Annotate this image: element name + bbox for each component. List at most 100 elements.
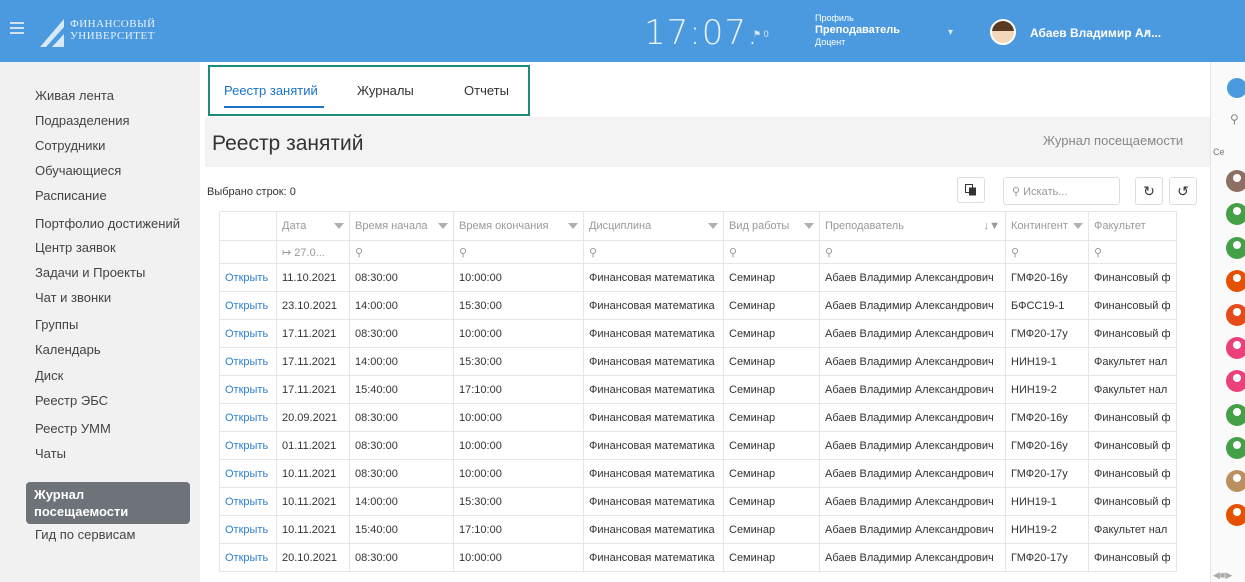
contact-avatar[interactable] <box>1226 237 1245 259</box>
table-cell: НИН19-1 <box>1005 347 1089 376</box>
search-icon: ⚲ <box>589 246 598 259</box>
sidebar-item[interactable]: Подразделения <box>35 113 130 128</box>
table-cell: ГМФ20-16у <box>1005 403 1089 432</box>
user-avatar[interactable] <box>990 19 1016 45</box>
date-filter[interactable]: ↦ 27.0... <box>276 240 350 264</box>
menu-icon[interactable] <box>10 22 24 34</box>
column-header[interactable]: Дата <box>276 211 350 241</box>
contact-avatar[interactable] <box>1226 337 1245 359</box>
sidebar-item[interactable]: Расписание <box>35 188 107 203</box>
column-filter-input[interactable]: ⚲ <box>349 240 454 264</box>
open-link[interactable]: Открыть <box>219 319 277 348</box>
table-cell: Финансовая математика <box>583 263 724 292</box>
reset-button[interactable]: ↺ <box>1169 177 1197 205</box>
contact-avatar[interactable] <box>1226 203 1245 225</box>
sidebar-item[interactable]: Обучающиеся <box>35 163 121 178</box>
column-header-label: Дата <box>282 220 307 232</box>
column-header[interactable]: Вид работы <box>723 211 820 241</box>
filter-icon[interactable] <box>804 223 814 229</box>
search-icon: ⚲ <box>1011 246 1020 259</box>
sidebar-item[interactable]: Центр заявок <box>35 240 116 255</box>
sort-filter-icon[interactable]: ↓▼ <box>984 220 1000 232</box>
sidebar-item[interactable]: Реестр УММ <box>35 421 111 436</box>
contact-avatar[interactable] <box>1226 270 1245 292</box>
column-header[interactable] <box>219 211 277 241</box>
bell-icon[interactable] <box>1227 78 1245 98</box>
sidebar-item[interactable]: Сотрудники <box>35 138 105 153</box>
contact-avatar[interactable] <box>1226 470 1245 492</box>
export-button[interactable] <box>957 177 985 203</box>
open-link[interactable]: Открыть <box>219 431 277 460</box>
table-cell: 15:30:00 <box>453 347 584 376</box>
sidebar-item[interactable]: Задачи и Проекты <box>35 265 145 280</box>
contact-avatar[interactable] <box>1226 504 1245 526</box>
panel-search-icon[interactable]: ⚲ <box>1230 112 1239 126</box>
chevron-down-icon[interactable]: ▾ <box>948 27 953 38</box>
profile-selector[interactable]: Профиль Преподаватель Доцент <box>815 12 900 48</box>
column-header-label: Время окончания <box>459 220 549 232</box>
filter-icon[interactable] <box>334 223 344 229</box>
university-logo[interactable]: ФИНАНСОВЫЙ УНИВЕРСИТЕТ ​ <box>38 13 178 51</box>
open-link[interactable]: Открыть <box>219 459 277 488</box>
column-header[interactable]: Время окончания <box>453 211 584 241</box>
column-filter-input[interactable]: ⚲ <box>453 240 584 264</box>
sidebar-item[interactable]: Календарь <box>35 342 101 357</box>
search-icon: ⚲ <box>355 246 364 259</box>
column-filter-input[interactable]: ⚲ <box>583 240 724 264</box>
table-cell: ГМФ20-17у <box>1005 319 1089 348</box>
column-filter-input[interactable]: ⚲ <box>723 240 820 264</box>
sidebar-item[interactable]: Диск <box>35 368 63 383</box>
sidebar-item[interactable]: Живая лента <box>35 88 114 103</box>
column-header[interactable]: Дисциплина <box>583 211 724 241</box>
open-link[interactable]: Открыть <box>219 543 277 572</box>
column-header[interactable]: Контингент <box>1005 211 1089 241</box>
sidebar-item[interactable]: Чат и звонки <box>35 290 111 305</box>
contact-avatar[interactable] <box>1226 370 1245 392</box>
contact-avatar[interactable] <box>1226 404 1245 426</box>
sidebar-item-attendance-journal[interactable]: Журнал посещаемости <box>26 482 190 524</box>
column-header[interactable]: Преподаватель ↓▼ <box>819 211 1006 241</box>
notification-counter[interactable]: ⚑ 0 <box>753 29 769 40</box>
panel-scroll-arrows-icon[interactable]: ◀■▶ <box>1213 570 1232 581</box>
contact-avatar[interactable] <box>1226 304 1245 326</box>
user-name[interactable]: Абаев Владимир Ал... <box>1030 26 1161 40</box>
search-input[interactable]: ⚲ Искать... <box>1003 177 1120 205</box>
open-link[interactable]: Открыть <box>219 515 277 544</box>
table-row: Открыть 11.10.2021 08:30:00 10:00:00 Финансо… <box>219 263 1177 292</box>
column-header-label: Время начала <box>355 220 428 232</box>
tab-reports[interactable]: Отчеты <box>464 83 509 98</box>
refresh-button[interactable]: ↻ <box>1135 177 1163 205</box>
open-link[interactable]: Открыть <box>219 263 277 292</box>
table-cell: ГМФ20-16у <box>1005 431 1089 460</box>
open-link[interactable]: Открыть <box>219 487 277 516</box>
search-icon: ⚲ <box>1012 186 1021 198</box>
sidebar-item[interactable]: Портфолио достижений <box>35 216 180 231</box>
filter-icon[interactable] <box>568 223 578 229</box>
filter-icon[interactable] <box>1073 223 1083 229</box>
user-menu-chevron-icon[interactable]: ▾ <box>1145 27 1150 38</box>
table-cell: 11.10.2021 <box>276 263 350 292</box>
column-header[interactable]: Время начала <box>349 211 454 241</box>
sidebar-item-service-guide[interactable]: Гид по сервисам <box>35 527 135 542</box>
sidebar-item[interactable]: Чаты <box>35 446 66 461</box>
filter-icon[interactable] <box>708 223 718 229</box>
tab-class-registry[interactable]: Реестр занятий <box>224 83 318 98</box>
filter-icon[interactable] <box>438 223 448 229</box>
column-filter-input[interactable]: ⚲ <box>1088 240 1177 264</box>
table-cell: Абаев Владимир Александрович <box>819 291 1006 320</box>
sidebar-item[interactable]: Реестр ЭБС <box>35 393 108 408</box>
sidebar-item[interactable]: Группы <box>35 317 78 332</box>
attendance-journal-link[interactable]: Журнал посещаемости <box>1043 133 1183 148</box>
open-link[interactable]: Открыть <box>219 403 277 432</box>
column-filter-input[interactable]: ⚲ <box>1005 240 1089 264</box>
column-header[interactable]: Факультет <box>1088 211 1177 241</box>
table-cell: Финансовая математика <box>583 375 724 404</box>
contact-avatar[interactable] <box>1226 437 1245 459</box>
tab-journals[interactable]: Журналы <box>357 83 414 98</box>
top-bar: ФИНАНСОВЫЙ УНИВЕРСИТЕТ ​ 17:07. ⚑ 0 Проф… <box>0 0 1245 62</box>
open-link[interactable]: Открыть <box>219 375 277 404</box>
column-filter-input[interactable]: ⚲ <box>819 240 1006 264</box>
open-link[interactable]: Открыть <box>219 347 277 376</box>
contact-avatar[interactable] <box>1226 170 1245 192</box>
open-link[interactable]: Открыть <box>219 291 277 320</box>
